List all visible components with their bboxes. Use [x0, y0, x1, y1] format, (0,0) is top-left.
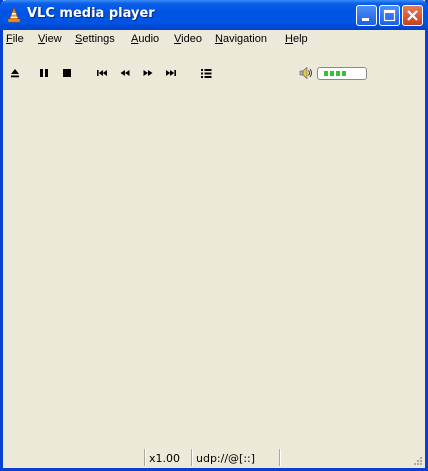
volume-level-segment — [342, 71, 346, 76]
menu-video[interactable]: Video — [174, 33, 202, 45]
eject-button[interactable] — [7, 62, 23, 84]
eject-icon — [11, 69, 19, 78]
menu-settings[interactable]: Settings — [75, 33, 115, 45]
vlc-window: VLC media player File View Settings Audi… — [0, 0, 428, 471]
menu-help[interactable]: Help — [285, 33, 308, 45]
menu-view[interactable]: View — [38, 33, 62, 45]
vlc-cone-icon — [7, 7, 21, 23]
minimize-button[interactable] — [356, 5, 377, 26]
previous-button[interactable] — [94, 62, 110, 84]
status-divider — [144, 449, 146, 466]
status-bar: x1.00 udp://@[::] — [3, 447, 425, 468]
previous-icon — [97, 70, 107, 76]
next-icon — [166, 70, 176, 76]
pause-icon — [40, 69, 48, 77]
stop-icon — [63, 69, 71, 77]
volume-slider[interactable] — [317, 67, 367, 80]
volume-level-segment — [324, 71, 328, 76]
stream-address: udp://@[::] — [196, 452, 256, 465]
status-divider — [279, 449, 281, 466]
rewind-button[interactable] — [117, 62, 133, 84]
title-bar[interactable]: VLC media player — [0, 0, 428, 30]
playlist-button[interactable] — [198, 62, 214, 84]
volume-level-segment — [330, 71, 334, 76]
menu-audio[interactable]: Audio — [131, 33, 159, 45]
status-divider — [191, 449, 193, 466]
close-icon — [407, 10, 418, 21]
resize-grip-icon[interactable] — [413, 456, 423, 466]
minimize-icon — [362, 18, 369, 21]
fast-forward-icon — [143, 70, 153, 76]
maximize-icon — [383, 9, 396, 22]
menu-navigation[interactable]: Navigation — [215, 33, 267, 45]
video-output-area[interactable] — [3, 86, 425, 444]
close-button[interactable] — [402, 5, 423, 26]
fast-forward-button[interactable] — [140, 62, 156, 84]
window-title: VLC media player — [27, 6, 155, 21]
volume-level-segment — [336, 71, 340, 76]
menu-bar: File View Settings Audio Video Navigatio… — [3, 30, 425, 49]
stop-button[interactable] — [59, 62, 75, 84]
mute-button[interactable] — [298, 62, 314, 84]
pause-button[interactable] — [36, 62, 52, 84]
speaker-icon — [299, 66, 312, 80]
next-button[interactable] — [163, 62, 179, 84]
playlist-icon — [201, 69, 212, 78]
rewind-icon — [120, 70, 130, 76]
menu-file[interactable]: File — [6, 33, 24, 45]
maximize-button[interactable] — [379, 5, 400, 26]
playback-speed: x1.00 — [149, 452, 181, 465]
